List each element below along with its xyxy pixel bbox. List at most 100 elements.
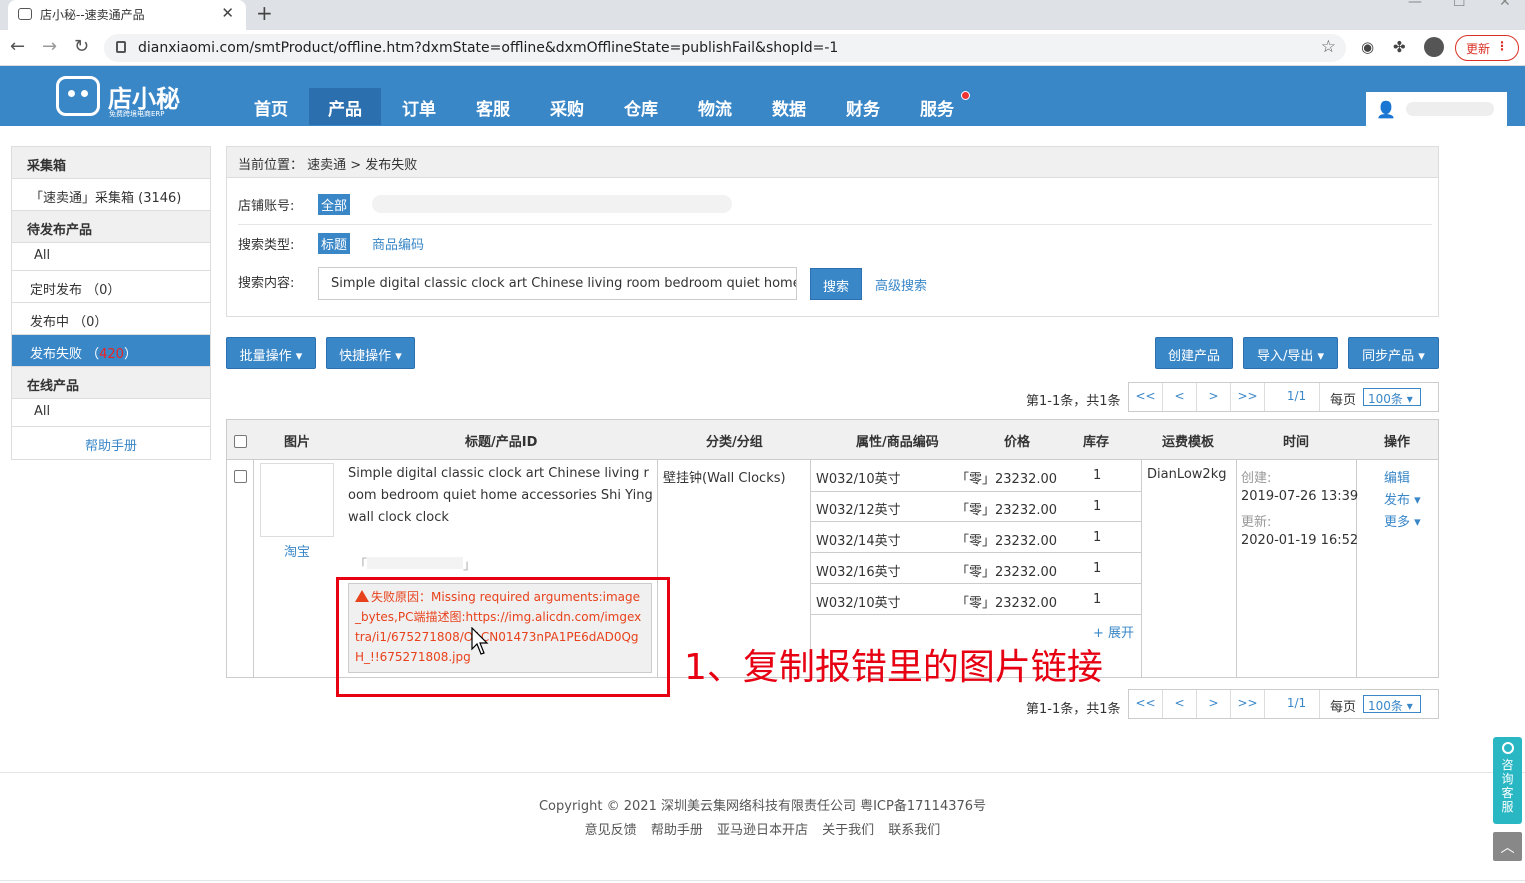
product-image[interactable]: [260, 463, 334, 537]
col-time: 时间: [1283, 435, 1310, 450]
update-label: 更新: [1466, 42, 1491, 56]
footer-link-feedback[interactable]: 意见反馈: [585, 823, 637, 838]
consult-service-button[interactable]: 咨询客服: [1493, 737, 1522, 824]
search-type-label: 搜索类型:: [238, 238, 295, 253]
more-dropdown[interactable]: 更多 ▾: [1384, 511, 1421, 530]
nav-logistics[interactable]: 物流: [679, 66, 751, 126]
publish-dropdown[interactable]: 发布 ▾: [1384, 489, 1421, 508]
pager-prev[interactable]: <: [1163, 383, 1197, 411]
shop-all-tag[interactable]: 全部: [318, 194, 351, 215]
created-label: 创建:: [1241, 471, 1272, 486]
per-page-select[interactable]: 100条 ▾: [1363, 388, 1421, 406]
robot-favicon-icon: [18, 8, 32, 20]
window-close-icon[interactable]: ✕: [1499, 0, 1511, 10]
shop-label: 店铺账号:: [238, 199, 295, 214]
divider: [811, 583, 1141, 584]
pager-next[interactable]: >: [1197, 690, 1231, 718]
variant-attr: W032/16英寸: [816, 565, 901, 580]
per-page-select[interactable]: 100条 ▾: [1363, 695, 1421, 713]
lock-icon: [116, 41, 126, 53]
annotation-text: 1、复制报错里的图片链接: [684, 647, 1103, 688]
nav-products[interactable]: 产品: [309, 88, 381, 125]
source-link[interactable]: 淘宝: [284, 541, 310, 560]
back-icon[interactable]: ←: [10, 36, 25, 57]
nav-finance[interactable]: 财务: [827, 66, 899, 126]
copyright-text: Copyright © 2021 深圳美云集网络科技有限责任公司 粤ICP备17…: [538, 799, 987, 814]
puzzle-extension-icon[interactable]: ✤: [1393, 38, 1406, 56]
divider: [1141, 460, 1142, 678]
shipping-template: DianLow2kg: [1147, 467, 1227, 482]
notification-dot: [961, 91, 970, 100]
pager-first[interactable]: <<: [1129, 383, 1163, 411]
pager-next[interactable]: >: [1197, 383, 1231, 411]
back-to-top-button[interactable]: ︿: [1493, 832, 1522, 861]
browser-tabbar: 店小秘--速卖通产品 ✕ + — ☐ ✕: [0, 0, 1525, 30]
sync-product-button[interactable]: 同步产品 ▾: [1348, 337, 1439, 369]
product-id-prefix: 「: [354, 558, 368, 573]
maximize-icon[interactable]: ☐: [1453, 0, 1466, 10]
sidebar: 采集箱 「速卖通」采集箱 (3146) 待发布产品 All 定时发布 （0） 发…: [11, 146, 211, 460]
search-input[interactable]: Simple digital classic clock art Chinese…: [318, 267, 797, 300]
nav-home[interactable]: 首页: [235, 66, 307, 126]
footer-link-amazon-jp[interactable]: 亚马逊日本开店: [717, 823, 808, 838]
close-tab-icon[interactable]: ✕: [221, 4, 234, 22]
nav-orders[interactable]: 订单: [383, 66, 455, 126]
divider: [811, 552, 1141, 553]
footer-link-contact[interactable]: 联系我们: [888, 823, 940, 838]
new-tab-icon[interactable]: +: [256, 1, 273, 25]
pager-last[interactable]: >>: [1231, 383, 1265, 411]
sidebar-item-scheduled[interactable]: 定时发布 （0）: [12, 271, 210, 303]
consult-label: 咨询客服: [1501, 758, 1514, 814]
bookmark-star-icon[interactable]: ☆: [1321, 37, 1336, 57]
minimize-icon[interactable]: —: [1408, 0, 1422, 10]
create-product-button[interactable]: 创建产品: [1155, 337, 1233, 369]
reload-icon[interactable]: ↻: [74, 36, 89, 57]
sidebar-item-label-end: ）: [123, 347, 137, 362]
import-export-button[interactable]: 导入/导出 ▾: [1243, 337, 1338, 369]
variant-price: 「零」23232.00: [956, 503, 1058, 518]
edit-link[interactable]: 编辑: [1384, 467, 1410, 486]
col-price: 价格: [1004, 435, 1031, 450]
search-button[interactable]: 搜索: [810, 268, 862, 300]
nav-warehouse[interactable]: 仓库: [605, 66, 677, 126]
sidebar-item-publish-failed[interactable]: 发布失败 （420）: [12, 335, 210, 367]
sidebar-item-publishing[interactable]: 发布中 （0）: [12, 303, 210, 335]
batch-operation-button[interactable]: 批量操作 ▾: [226, 337, 316, 369]
update-button[interactable]: 更新 ⋮: [1455, 35, 1519, 61]
footer-link-about[interactable]: 关于我们: [822, 823, 874, 838]
nav-service[interactable]: 客服: [457, 66, 529, 126]
user-account-box[interactable]: 👤: [1366, 92, 1507, 126]
nav-purchase[interactable]: 采购: [531, 66, 603, 126]
profile-avatar-icon[interactable]: [1424, 37, 1444, 57]
sidebar-item-online-all[interactable]: All: [12, 399, 210, 427]
sidebar-section-online: 在线产品: [12, 367, 210, 399]
logo-subtitle: 免费跨境电商ERP: [109, 110, 165, 118]
variant-attr: W032/14英寸: [816, 534, 901, 549]
pager-page[interactable]: 1/1: [1274, 690, 1320, 718]
quick-operation-button[interactable]: 快捷操作 ▾: [326, 337, 415, 369]
browser-tab[interactable]: 店小秘--速卖通产品 ✕: [8, 0, 246, 30]
robot-extension-icon[interactable]: ◉: [1361, 38, 1374, 56]
advanced-search-link[interactable]: 高级搜索: [875, 275, 927, 294]
created-time: 2019-07-26 13:39: [1241, 489, 1359, 504]
forward-icon[interactable]: →: [42, 36, 57, 57]
pager-page[interactable]: 1/1: [1274, 383, 1320, 411]
per-page-label: 每页: [1330, 700, 1357, 715]
pager-prev[interactable]: <: [1163, 690, 1197, 718]
search-type-title[interactable]: 标题: [318, 233, 351, 254]
nav-data[interactable]: 数据: [753, 66, 825, 126]
url-input[interactable]: dianxiaomi.com/smtProduct/offline.htm?dx…: [104, 34, 1346, 62]
table-header: 图片 标题/产品ID 分类/分组 属性/商品编码 价格 库存 运费模板 时间 操…: [227, 420, 1438, 460]
help-manual-link[interactable]: 帮助手册: [12, 427, 210, 459]
row-checkbox[interactable]: [234, 470, 247, 483]
select-all-checkbox[interactable]: [234, 435, 247, 448]
menu-dots-icon: ⋮: [1496, 39, 1508, 53]
sidebar-item-smt-collect[interactable]: 「速卖通」采集箱 (3146): [12, 179, 210, 211]
search-type-code[interactable]: 商品编码: [372, 234, 424, 253]
sidebar-item-pending-all[interactable]: All: [12, 243, 210, 271]
pager-last[interactable]: >>: [1231, 690, 1265, 718]
divider: [238, 224, 1432, 225]
footer-link-help[interactable]: 帮助手册: [651, 823, 703, 838]
pager-first[interactable]: <<: [1129, 690, 1163, 718]
app-header: 店小秘 免费跨境电商ERP 首页 产品 订单 客服 采购 仓库 物流 数据 财务…: [0, 66, 1525, 126]
